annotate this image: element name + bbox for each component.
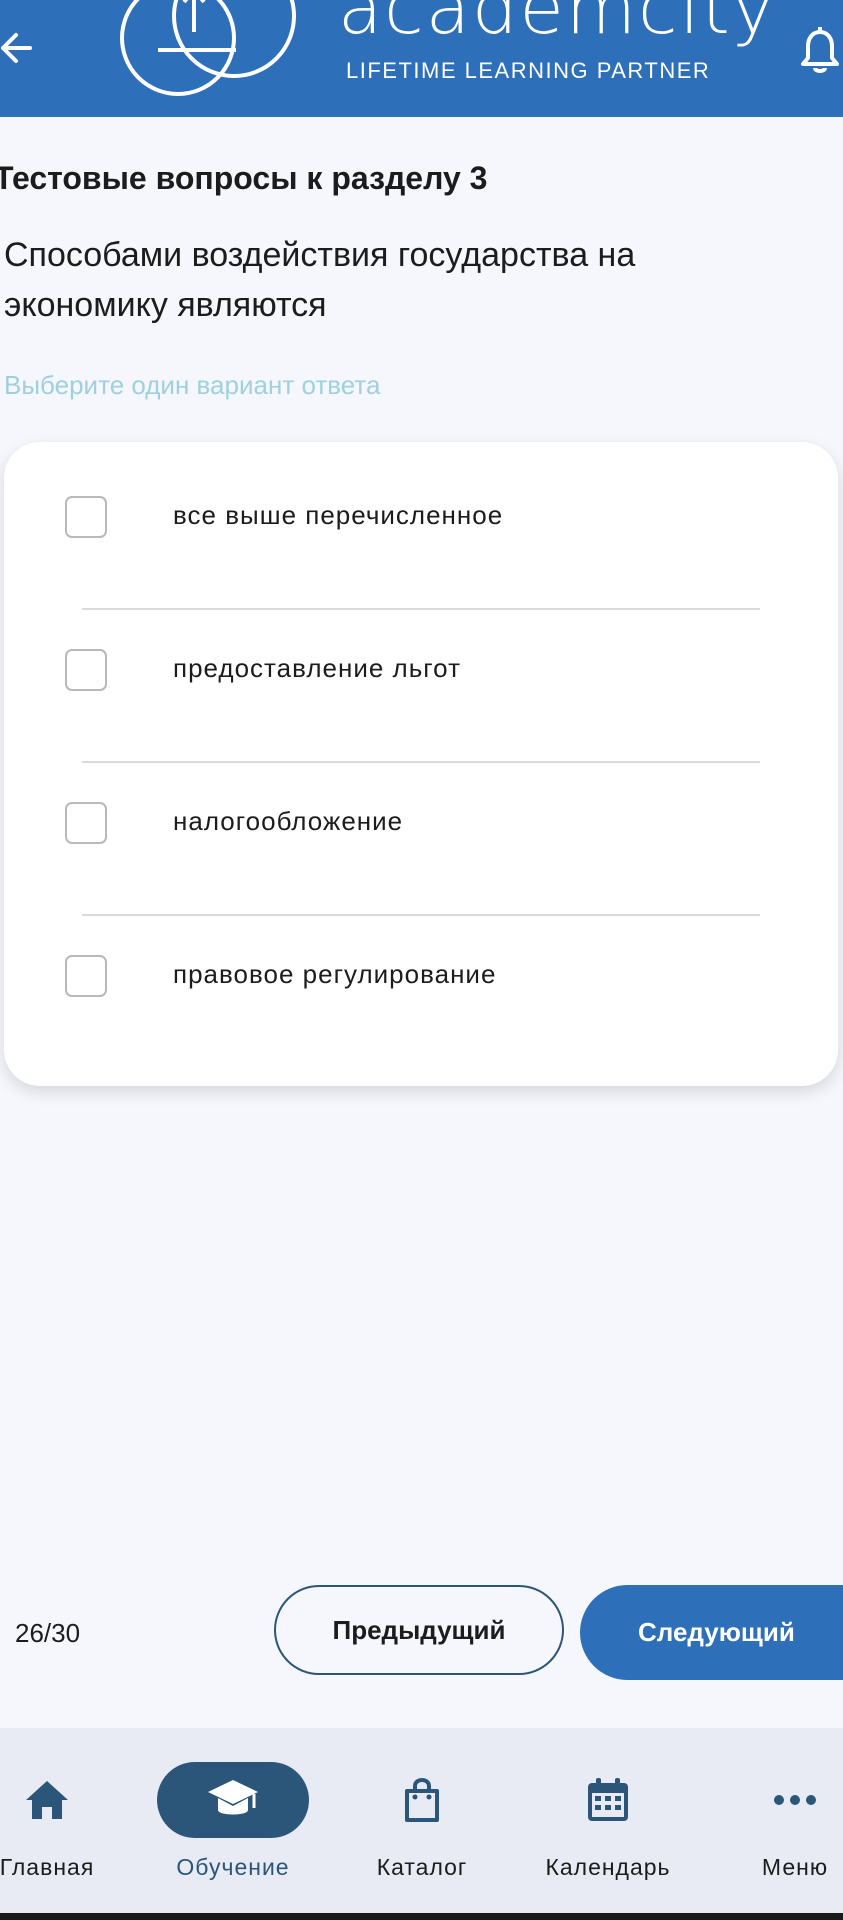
- previous-button[interactable]: Предыдущий: [274, 1585, 564, 1675]
- answer-option-4[interactable]: правовое регулирование: [4, 901, 838, 1053]
- answer-label: налогообложение: [173, 806, 404, 836]
- answer-label: правовое регулирование: [173, 959, 497, 989]
- nav-label: Обучение: [176, 1854, 290, 1880]
- brand-name: academcity: [338, 0, 777, 50]
- brand-tagline: LIFETIME LEARNING PARTNER: [346, 58, 711, 83]
- academcity-logo-icon: [120, 0, 296, 96]
- answer-checkbox[interactable]: [65, 802, 107, 844]
- answer-option-3[interactable]: налогообложение: [4, 748, 838, 900]
- question-text: Способами воздействия государства на эко…: [4, 236, 636, 324]
- answer-option-1[interactable]: все выше перечисленное: [4, 442, 838, 594]
- nav-label: Главная: [0, 1854, 95, 1880]
- home-icon: [26, 1781, 68, 1819]
- nav-label: Календарь: [545, 1854, 671, 1880]
- bottom-nav: Главная Обучение Каталог Календарь Меню: [0, 1728, 843, 1913]
- back-button[interactable]: [0, 26, 36, 70]
- arrow-left-icon: [1, 33, 32, 63]
- app-header: academcity LIFETIME LEARNING PARTNER: [0, 0, 843, 117]
- notifications-button[interactable]: [800, 24, 840, 76]
- question-progress: 26/30: [15, 1618, 81, 1648]
- more-dots-icon: [774, 1795, 816, 1805]
- section-title: Тестовые вопросы к разделу 3: [0, 160, 488, 196]
- answer-checkbox[interactable]: [65, 496, 107, 538]
- answer-checkbox[interactable]: [65, 955, 107, 997]
- nav-item-learning[interactable]: Обучение: [140, 1728, 326, 1913]
- shopping-bag-icon: [405, 1778, 439, 1822]
- answer-hint: Выберите один вариант ответа: [4, 370, 381, 400]
- nav-item-calendar[interactable]: Календарь: [536, 1728, 680, 1913]
- answer-checkbox[interactable]: [65, 649, 107, 691]
- answer-option-2[interactable]: предоставление льгот: [4, 595, 838, 747]
- bell-icon: [801, 27, 839, 73]
- graduation-cap-icon: [208, 1780, 258, 1815]
- answers-card: все выше перечисленное предоставление ль…: [4, 442, 838, 1086]
- nav-item-menu[interactable]: Меню: [752, 1728, 838, 1913]
- nav-item-home[interactable]: Главная: [0, 1728, 94, 1913]
- next-button[interactable]: Следующий: [580, 1585, 843, 1680]
- calendar-icon: [588, 1778, 628, 1821]
- system-home-bar: [0, 1913, 843, 1920]
- nav-item-catalog[interactable]: Каталог: [362, 1728, 482, 1913]
- answer-label: все выше перечисленное: [173, 500, 504, 530]
- nav-label: Каталог: [376, 1854, 468, 1880]
- nav-label: Меню: [761, 1854, 829, 1880]
- answer-label: предоставление льгот: [173, 653, 461, 683]
